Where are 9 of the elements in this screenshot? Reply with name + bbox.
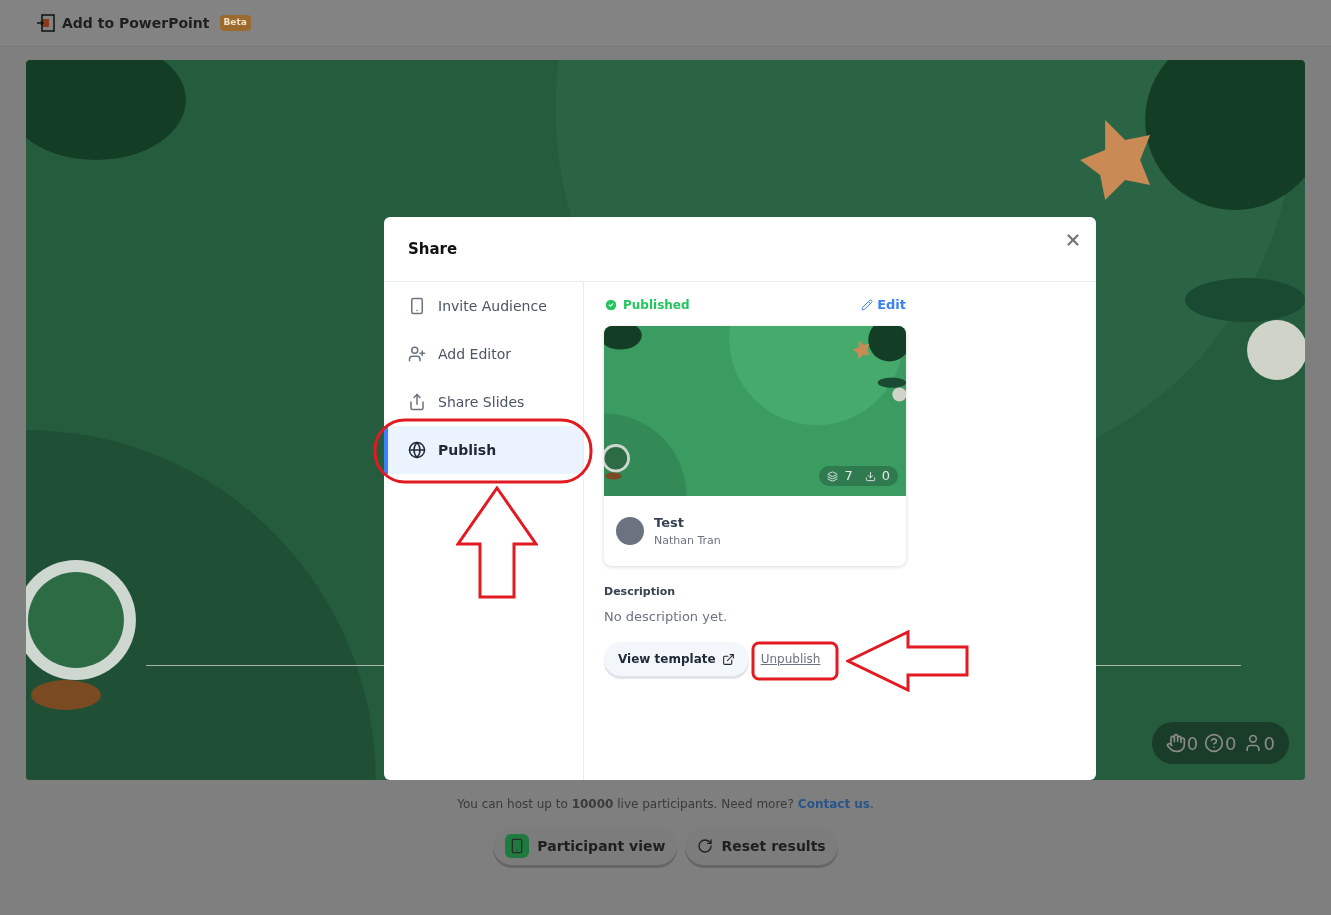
toolbar-title[interactable]: Add to PowerPoint — [62, 12, 210, 34]
footer-button[interactable]: Reset results — [685, 827, 838, 865]
host-limit-note: You can host up to 10000 live participants. Need more? — [457, 796, 794, 813]
powerpoint-icon — [36, 13, 56, 33]
beta-badge: Beta — [219, 15, 251, 31]
footer-button[interactable]: Participant view — [493, 827, 678, 865]
period-text: . — [870, 796, 874, 813]
reset-icon — [697, 838, 714, 854]
phone-icon — [505, 834, 530, 858]
